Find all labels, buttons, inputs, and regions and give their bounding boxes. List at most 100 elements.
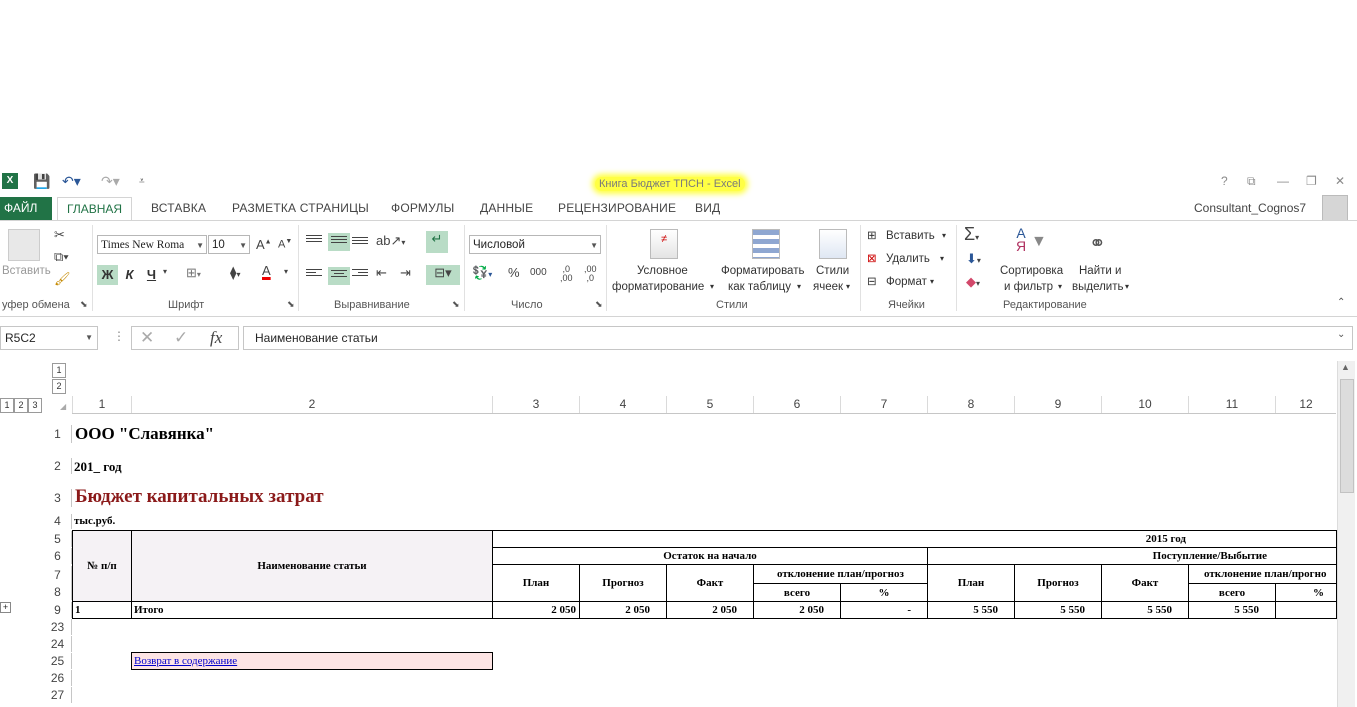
- column-header[interactable]: 3: [492, 396, 579, 413]
- sort-filter-label2[interactable]: и фильтр: [1004, 279, 1053, 295]
- cell-styles-label2[interactable]: ячеек: [813, 279, 843, 295]
- restore-icon[interactable]: ❐: [1306, 174, 1317, 188]
- formula-input[interactable]: Наименование статьи: [243, 326, 1353, 350]
- row-header[interactable]: 4: [44, 514, 72, 529]
- tab-data[interactable]: ДАННЫЕ: [480, 201, 533, 215]
- name-box[interactable]: R5C2 ▼: [0, 326, 98, 350]
- find-binoculars-icon[interactable]: ⚭: [1089, 231, 1106, 256]
- delete-cells-icon[interactable]: ⊠: [867, 251, 877, 267]
- row-header[interactable]: 3: [44, 489, 72, 507]
- cell-styles-dropdown-icon[interactable]: ▾: [846, 279, 850, 295]
- customize-qat-icon[interactable]: ⩡: [139, 176, 145, 187]
- decrease-indent-icon[interactable]: ⇤: [376, 265, 387, 281]
- orientation-icon[interactable]: ab↗▾: [376, 233, 405, 249]
- value-cell[interactable]: 2 050: [753, 601, 841, 619]
- row-outline-level-2[interactable]: 2: [52, 379, 66, 394]
- tab-file[interactable]: ФАЙЛ: [0, 197, 52, 220]
- row-header[interactable]: 26: [44, 670, 72, 686]
- column-header[interactable]: 8: [927, 396, 1014, 413]
- save-icon[interactable]: 💾: [33, 173, 50, 190]
- number-format-select[interactable]: Числовой ▼: [469, 235, 601, 254]
- cancel-entry-icon[interactable]: ✕: [140, 328, 154, 348]
- align-bottom-icon[interactable]: [352, 237, 368, 249]
- vertical-scrollbar[interactable]: ▲: [1337, 361, 1355, 707]
- row-header[interactable]: 5: [44, 531, 72, 547]
- row-number-cell[interactable]: 1: [72, 601, 132, 619]
- merge-center-icon[interactable]: ⊟▾: [426, 265, 460, 285]
- tab-page-layout[interactable]: РАЗМЕТКА СТРАНИЦЫ: [232, 201, 369, 215]
- format-cells-button[interactable]: Формат: [886, 274, 927, 290]
- format-as-table-label2[interactable]: как таблицу: [728, 279, 791, 295]
- font-color-button[interactable]: A: [262, 263, 271, 278]
- format-as-table-label[interactable]: Форматировать: [721, 263, 804, 279]
- alignment-launcher-icon[interactable]: ⬊: [452, 299, 460, 310]
- column-header[interactable]: 1: [72, 396, 131, 413]
- font-launcher-icon[interactable]: ⬊: [287, 299, 295, 310]
- value-cell[interactable]: 2 050: [666, 601, 754, 619]
- clipboard-launcher-icon[interactable]: ⬊: [80, 299, 88, 310]
- delete-cells-button[interactable]: Удалить: [886, 251, 930, 267]
- conditional-formatting-label[interactable]: Условное: [637, 263, 688, 279]
- align-left-icon[interactable]: [306, 269, 322, 281]
- row-header[interactable]: 25: [44, 653, 72, 669]
- find-dropdown-icon[interactable]: ▾: [1125, 279, 1129, 295]
- cut-icon[interactable]: ✂: [54, 227, 65, 243]
- format-as-table-dropdown-icon[interactable]: ▾: [797, 279, 801, 295]
- value-cell[interactable]: 5 550: [1188, 601, 1276, 619]
- expand-formula-icon[interactable]: ⌄: [1337, 329, 1345, 340]
- col-outline-level-2[interactable]: 2: [14, 398, 28, 413]
- row-header[interactable]: 23: [44, 619, 72, 635]
- select-all-corner-icon[interactable]: ◢: [60, 402, 66, 411]
- shrink-font-icon[interactable]: A▼: [278, 238, 292, 251]
- clear-icon[interactable]: ◆▾: [966, 274, 980, 290]
- number-launcher-icon[interactable]: ⬊: [595, 299, 603, 310]
- row-header[interactable]: 9: [44, 602, 72, 618]
- conditional-dropdown-icon[interactable]: ▾: [710, 279, 714, 295]
- sort-dropdown-icon[interactable]: ▾: [1058, 279, 1062, 295]
- column-header[interactable]: 11: [1188, 396, 1275, 413]
- tab-home[interactable]: ГЛАВНАЯ: [57, 197, 133, 221]
- row-outline-level-1[interactable]: 1: [52, 363, 66, 378]
- align-top-icon[interactable]: [306, 235, 322, 247]
- percent-button[interactable]: %: [508, 265, 520, 280]
- value-cell[interactable]: 5 550: [1101, 601, 1189, 619]
- delete-dropdown-icon[interactable]: ▾: [940, 251, 944, 267]
- increase-indent-icon[interactable]: ⇥: [400, 265, 411, 281]
- find-select-label[interactable]: Найти и: [1079, 263, 1121, 279]
- column-header[interactable]: 7: [840, 396, 927, 413]
- conditional-formatting-icon[interactable]: ≠: [650, 229, 678, 259]
- ribbon-display-icon[interactable]: ⧉: [1247, 174, 1256, 189]
- borders-icon[interactable]: ⊞▾: [186, 265, 201, 281]
- value-cell[interactable]: 5 550: [927, 601, 1015, 619]
- undo-icon[interactable]: ↶▾: [62, 173, 81, 190]
- cell-styles-icon[interactable]: [819, 229, 847, 259]
- row-name-cell[interactable]: Итого: [131, 601, 493, 619]
- column-header[interactable]: 12: [1275, 396, 1336, 413]
- tab-view[interactable]: ВИД: [695, 201, 720, 215]
- redo-icon[interactable]: ↷▾: [101, 173, 120, 190]
- conditional-formatting-label2[interactable]: форматирование: [612, 279, 704, 295]
- tab-insert[interactable]: ВСТАВКА: [151, 201, 206, 215]
- paste-icon[interactable]: [8, 229, 40, 261]
- sort-filter-label[interactable]: Сортировка: [1000, 263, 1063, 279]
- row-header[interactable]: 1: [44, 425, 72, 443]
- scroll-up-icon[interactable]: ▲: [1341, 362, 1350, 372]
- format-cells-icon[interactable]: ⊟: [867, 274, 877, 290]
- expand-group-icon[interactable]: +: [0, 602, 11, 613]
- row-header[interactable]: 27: [44, 687, 72, 703]
- currency-icon[interactable]: 💱▾: [472, 265, 492, 281]
- paste-button[interactable]: Вставить: [2, 263, 51, 279]
- user-name[interactable]: Consultant_Cognos7: [1194, 201, 1306, 215]
- back-to-contents-link[interactable]: Возврат в содержание: [134, 655, 237, 667]
- font-size-select[interactable]: 10 ▼: [208, 235, 250, 254]
- thousands-button[interactable]: 000: [530, 267, 547, 278]
- tab-formulas[interactable]: ФОРМУЛЫ: [391, 201, 454, 215]
- autosum-icon[interactable]: Σ▾: [964, 224, 979, 245]
- font-name-select[interactable]: Times New Roma ▼: [97, 235, 207, 254]
- format-as-table-icon[interactable]: [752, 229, 780, 259]
- format-dropdown-icon[interactable]: ▾: [930, 274, 934, 290]
- italic-button[interactable]: К: [119, 265, 140, 285]
- fill-color-icon[interactable]: ⧫▾: [230, 265, 240, 281]
- row-header[interactable]: 2: [44, 458, 72, 474]
- sort-filter-icon[interactable]: АЯ: [1016, 226, 1026, 253]
